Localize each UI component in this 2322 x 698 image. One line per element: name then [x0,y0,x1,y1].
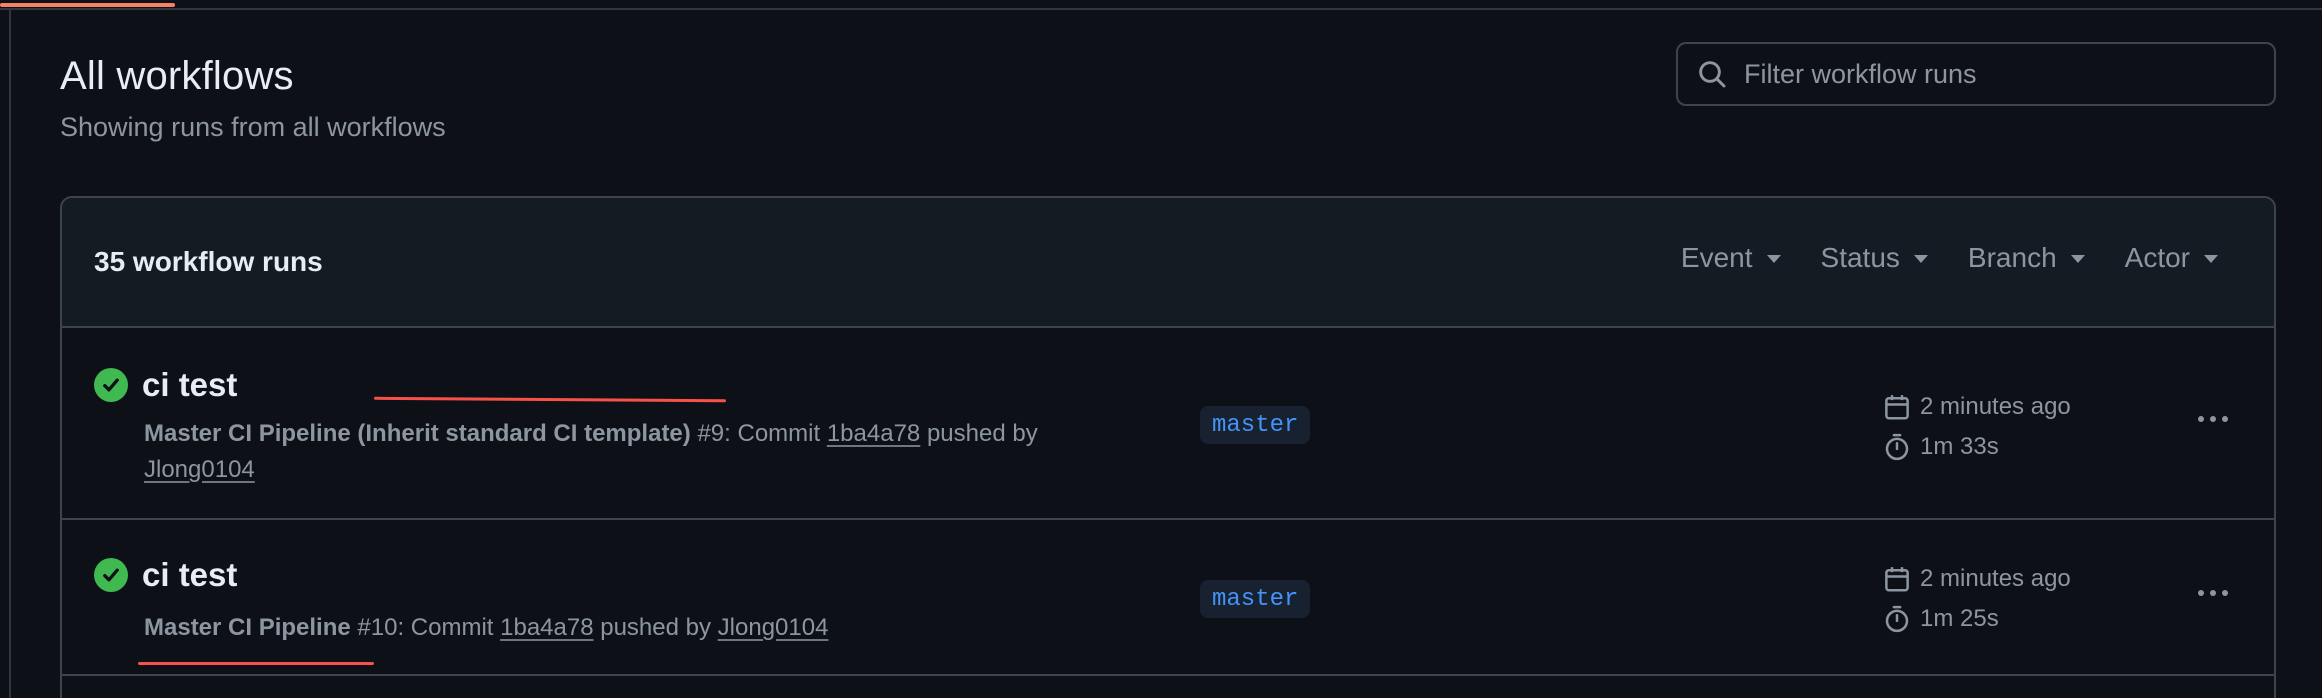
run-title-link[interactable]: ci test [142,366,237,404]
search-icon [1699,61,1726,88]
active-tab-indicator [0,3,175,7]
calendar-icon [1885,567,1909,592]
sidebar-divider [9,10,11,698]
annotation-underline [373,396,727,403]
time-ago-text: 2 minutes ago [1920,393,2071,420]
time-ago-text: 2 minutes ago [1920,565,2071,592]
caret-down-icon [1913,255,1928,263]
run-duration: 1m 33s [1882,432,1999,462]
workflow-runs-box: 35 workflow runs Event Status Branch Act… [60,196,2276,698]
caret-down-icon [1766,255,1781,263]
filter-branch-dropdown[interactable]: Branch [1968,242,2085,274]
caret-down-icon [2070,255,2085,263]
workflow-name: Master CI Pipeline [144,614,351,641]
actor-link[interactable]: Jlong0104 [144,456,255,483]
annotation-underline [138,662,374,665]
caret-down-icon [2204,255,2218,263]
actor-link[interactable]: Jlong0104 [718,614,829,641]
runs-count: 35 workflow runs [94,246,323,277]
filter-event-label: Event [1680,242,1753,273]
runs-box-header: 35 workflow runs Event Status Branch Act… [62,198,2274,328]
filter-runs-search[interactable] [1676,42,2276,106]
run-filters: Event Status Branch Actor [1641,242,2218,274]
stopwatch-icon [1885,605,1909,633]
filter-status-label: Status [1820,242,1900,273]
filter-branch-label: Branch [1967,242,2057,273]
commit-link[interactable]: 1ba4a78 [500,614,593,641]
workflow-name: Master CI Pipeline (Inherit standard CI … [144,420,691,447]
filter-actor-dropdown[interactable]: Actor [2125,242,2218,274]
run-meta: Master CI Pipeline (Inherit standard CI … [144,416,1144,488]
workflow-run-row[interactable]: ci test Master CI Pipeline (Inherit stan… [62,328,2274,520]
branch-label[interactable]: master [1200,580,1311,618]
pushed-by-label: pushed by [600,614,711,641]
run-meta: Master CI Pipeline #10: Commit 1ba4a78 p… [144,610,1144,646]
duration-text: 1m 33s [1920,433,1999,460]
check-circle-icon [94,558,128,592]
kebab-menu-icon[interactable] [2190,582,2236,604]
commit-link[interactable]: 1ba4a78 [827,420,920,447]
branch-label[interactable]: master [1200,406,1311,444]
duration-text: 1m 25s [1920,605,1999,632]
page-subtitle: Showing runs from all workflows [60,112,446,142]
page-title: All workflows [60,54,294,98]
run-number: #9 [697,420,725,447]
run-time-ago: 2 minutes ago [1882,392,2071,422]
workflow-run-row[interactable]: ci test Master CI Pipeline #10: Commit 1… [62,520,2274,676]
run-number: #10 [357,614,398,641]
calendar-icon [1885,395,1909,420]
top-divider [0,8,2322,10]
kebab-menu-icon[interactable] [2190,408,2236,430]
run-time-ago: 2 minutes ago [1882,564,2071,594]
run-title-link[interactable]: ci test [142,556,237,594]
pushed-by-label: pushed by [926,420,1038,447]
filter-runs-input[interactable] [1744,58,2264,90]
check-circle-icon [94,368,128,402]
stopwatch-icon [1885,433,1909,461]
filter-status-dropdown[interactable]: Status [1821,242,1928,274]
run-duration: 1m 25s [1882,604,1999,634]
commit-prefix: : Commit [397,614,494,641]
filter-event-dropdown[interactable]: Event [1681,242,1781,274]
commit-prefix: : Commit [724,420,821,447]
filter-actor-label: Actor [2124,242,2190,273]
actions-page: All workflows Showing runs from all work… [0,0,2322,698]
